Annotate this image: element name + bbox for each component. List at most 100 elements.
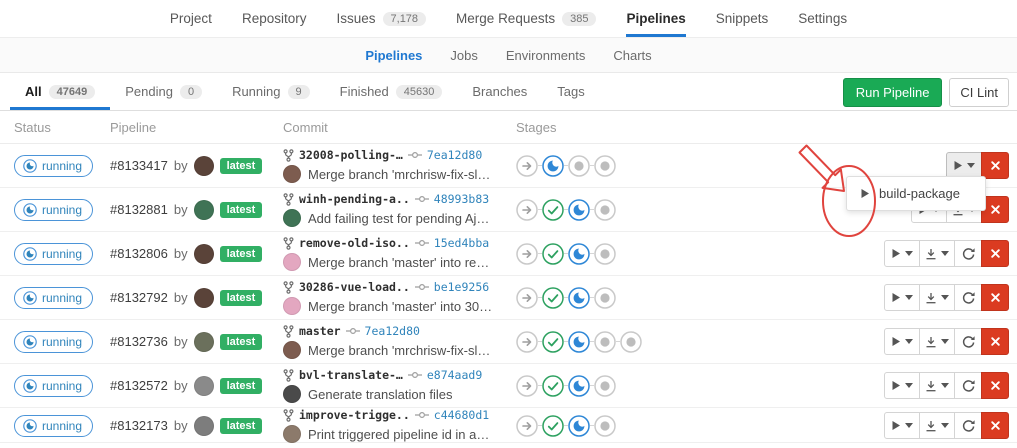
ci-lint-button[interactable]: CI Lint bbox=[949, 78, 1009, 107]
cancel-pipeline-button[interactable] bbox=[981, 240, 1009, 267]
status-badge-running[interactable]: running bbox=[14, 415, 93, 437]
cancel-pipeline-button[interactable] bbox=[981, 412, 1009, 439]
commit-message-link[interactable]: Merge branch 'mrchrisw-fix-sl… bbox=[308, 167, 490, 182]
stage-created-icon[interactable] bbox=[594, 331, 616, 353]
pipeline-id-link[interactable]: #8132572 bbox=[110, 378, 168, 393]
filter-tab-tags[interactable]: Tags bbox=[542, 73, 599, 110]
stage-skipped-icon[interactable] bbox=[516, 199, 538, 221]
pipeline-id-link[interactable]: #8132792 bbox=[110, 290, 168, 305]
commit-sha-link[interactable]: c44680d1 bbox=[434, 408, 489, 422]
stage-success-icon[interactable] bbox=[542, 415, 564, 437]
stage-success-icon[interactable] bbox=[542, 199, 564, 221]
stage-created-icon[interactable] bbox=[594, 287, 616, 309]
stage-skipped-icon[interactable] bbox=[516, 331, 538, 353]
stage-skipped-icon[interactable] bbox=[516, 243, 538, 265]
artifacts-dropdown-button[interactable] bbox=[919, 328, 955, 355]
stage-created-icon[interactable] bbox=[594, 199, 616, 221]
branch-name-link[interactable]: master bbox=[299, 324, 341, 338]
stage-running-icon[interactable] bbox=[568, 375, 590, 397]
top-nav-item-pipelines[interactable]: Pipelines bbox=[626, 0, 685, 37]
commit-author-avatar[interactable] bbox=[283, 385, 301, 403]
retry-pipeline-button[interactable] bbox=[954, 240, 982, 267]
stage-success-icon[interactable] bbox=[542, 287, 564, 309]
artifacts-dropdown-button[interactable] bbox=[919, 412, 955, 439]
status-badge-running[interactable]: running bbox=[14, 331, 93, 353]
play-dropdown-button[interactable] bbox=[946, 152, 982, 179]
status-badge-running[interactable]: running bbox=[14, 287, 93, 309]
branch-name-link[interactable]: remove-old-iso.. bbox=[299, 236, 410, 250]
user-avatar[interactable] bbox=[194, 416, 214, 436]
commit-author-avatar[interactable] bbox=[283, 341, 301, 359]
commit-message-link[interactable]: Merge branch 'master' into 30… bbox=[308, 299, 492, 314]
run-pipeline-button[interactable]: Run Pipeline bbox=[843, 78, 943, 107]
sub-nav-item-jobs[interactable]: Jobs bbox=[450, 48, 477, 63]
user-avatar[interactable] bbox=[194, 332, 214, 352]
branch-name-link[interactable]: improve-trigge.. bbox=[299, 408, 410, 422]
stage-created-icon[interactable] bbox=[594, 415, 616, 437]
stage-running-icon[interactable] bbox=[568, 415, 590, 437]
play-dropdown-button[interactable] bbox=[884, 372, 920, 399]
commit-sha-link[interactable]: 7ea12d80 bbox=[365, 324, 420, 338]
stage-running-icon[interactable] bbox=[568, 287, 590, 309]
top-nav-item-project[interactable]: Project bbox=[170, 0, 212, 37]
top-nav-item-merge-requests[interactable]: Merge Requests385 bbox=[456, 0, 596, 37]
stage-success-icon[interactable] bbox=[542, 243, 564, 265]
play-dropdown-button[interactable] bbox=[884, 412, 920, 439]
filter-tab-running[interactable]: Running9 bbox=[217, 73, 325, 110]
stage-created-icon[interactable] bbox=[594, 243, 616, 265]
play-dropdown-button[interactable] bbox=[884, 284, 920, 311]
artifacts-dropdown-button[interactable] bbox=[919, 284, 955, 311]
branch-name-link[interactable]: 32008-polling-… bbox=[299, 148, 403, 162]
stage-skipped-icon[interactable] bbox=[516, 415, 538, 437]
play-dropdown-button[interactable] bbox=[884, 328, 920, 355]
stage-running-icon[interactable] bbox=[568, 199, 590, 221]
top-nav-item-repository[interactable]: Repository bbox=[242, 0, 307, 37]
filter-tab-branches[interactable]: Branches bbox=[457, 73, 542, 110]
sub-nav-item-pipelines[interactable]: Pipelines bbox=[365, 48, 422, 63]
status-badge-running[interactable]: running bbox=[14, 155, 93, 177]
retry-pipeline-button[interactable] bbox=[954, 328, 982, 355]
sub-nav-item-environments[interactable]: Environments bbox=[506, 48, 585, 63]
commit-sha-link[interactable]: 15ed4bba bbox=[434, 236, 489, 250]
commit-message-link[interactable]: Merge branch 'master' into re… bbox=[308, 255, 489, 270]
branch-name-link[interactable]: bvl-translate-… bbox=[299, 368, 403, 382]
pipeline-id-link[interactable]: #8132173 bbox=[110, 418, 168, 433]
stage-created-icon[interactable] bbox=[620, 331, 642, 353]
retry-pipeline-button[interactable] bbox=[954, 372, 982, 399]
user-avatar[interactable] bbox=[194, 244, 214, 264]
top-nav-item-snippets[interactable]: Snippets bbox=[716, 0, 769, 37]
stage-running-icon[interactable] bbox=[568, 331, 590, 353]
stage-success-icon[interactable] bbox=[542, 331, 564, 353]
stage-created-icon[interactable] bbox=[594, 155, 616, 177]
branch-name-link[interactable]: winh-pending-a.. bbox=[299, 192, 410, 206]
artifacts-dropdown-button[interactable] bbox=[919, 240, 955, 267]
stage-success-icon[interactable] bbox=[542, 375, 564, 397]
commit-sha-link[interactable]: e874aad9 bbox=[427, 368, 482, 382]
stage-running-icon[interactable] bbox=[568, 243, 590, 265]
cancel-pipeline-button[interactable] bbox=[981, 372, 1009, 399]
pipeline-id-link[interactable]: #8132881 bbox=[110, 202, 168, 217]
user-avatar[interactable] bbox=[194, 288, 214, 308]
commit-sha-link[interactable]: 48993b83 bbox=[434, 192, 489, 206]
commit-sha-link[interactable]: 7ea12d80 bbox=[427, 148, 482, 162]
commit-message-link[interactable]: Print triggered pipeline id in a… bbox=[308, 427, 489, 442]
status-badge-running[interactable]: running bbox=[14, 243, 93, 265]
top-nav-item-settings[interactable]: Settings bbox=[798, 0, 847, 37]
artifacts-dropdown-button[interactable] bbox=[919, 372, 955, 399]
retry-pipeline-button[interactable] bbox=[954, 284, 982, 311]
commit-message-link[interactable]: Merge branch 'mrchrisw-fix-sl… bbox=[308, 343, 490, 358]
stage-running-icon[interactable] bbox=[542, 155, 564, 177]
status-badge-running[interactable]: running bbox=[14, 199, 93, 221]
user-avatar[interactable] bbox=[194, 376, 214, 396]
filter-tab-all[interactable]: All47649 bbox=[10, 73, 110, 110]
commit-author-avatar[interactable] bbox=[283, 209, 301, 227]
commit-author-avatar[interactable] bbox=[283, 165, 301, 183]
dropdown-item-build-package[interactable]: build-package bbox=[847, 181, 985, 206]
pipeline-id-link[interactable]: #8132736 bbox=[110, 334, 168, 349]
branch-name-link[interactable]: 30286-vue-load.. bbox=[299, 280, 410, 294]
stage-skipped-icon[interactable] bbox=[516, 287, 538, 309]
commit-author-avatar[interactable] bbox=[283, 253, 301, 271]
stage-created-icon[interactable] bbox=[594, 375, 616, 397]
cancel-pipeline-button[interactable] bbox=[981, 152, 1009, 179]
stage-created-icon[interactable] bbox=[568, 155, 590, 177]
